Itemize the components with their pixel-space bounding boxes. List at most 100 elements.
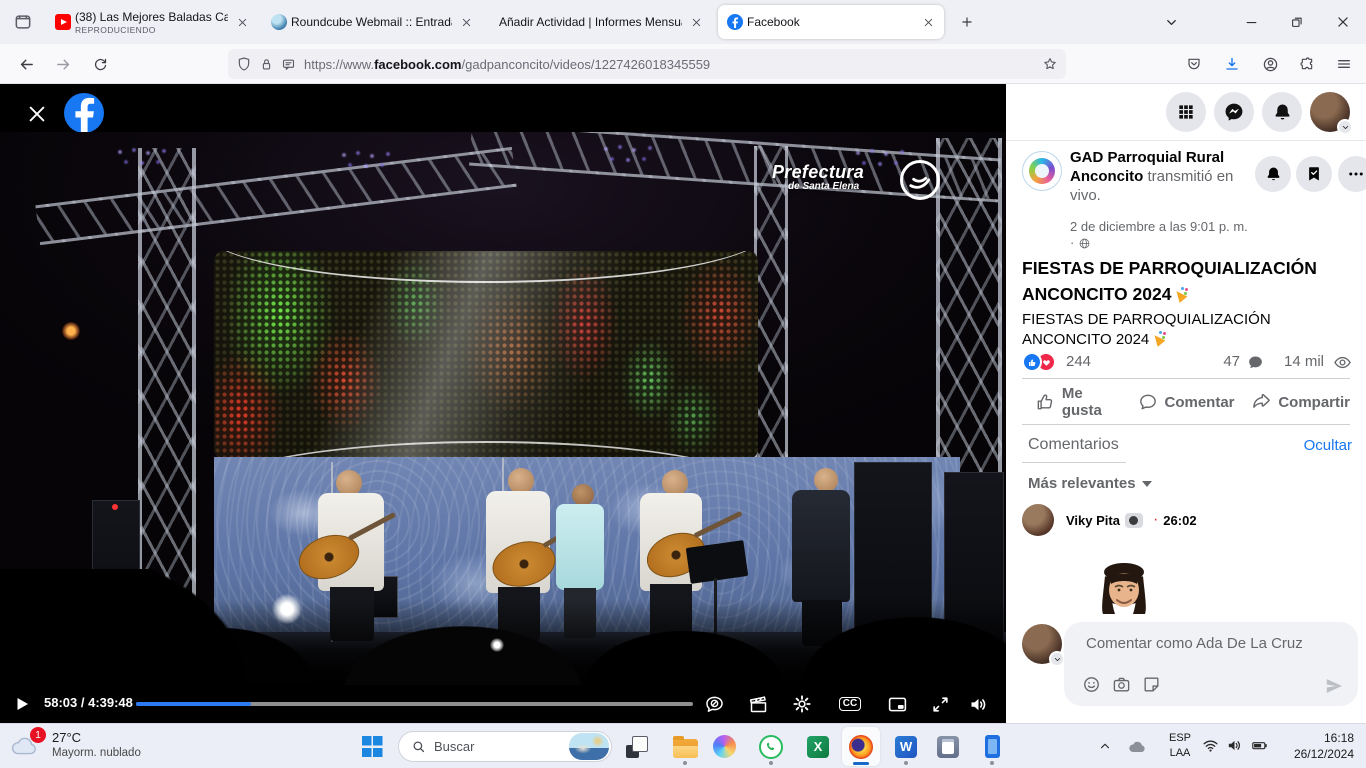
facebook-header <box>1006 84 1366 141</box>
comment-avatar-sticker[interactable] <box>1095 562 1153 614</box>
volume-tray-icon[interactable] <box>1226 737 1243 754</box>
excel-button[interactable]: X <box>799 727 837 766</box>
firefox-button[interactable] <box>842 727 880 766</box>
fullscreen-button[interactable] <box>928 692 952 716</box>
battery-tray-icon[interactable] <box>1250 737 1269 754</box>
downloads-button[interactable] <box>1218 50 1246 78</box>
tab-close-button[interactable] <box>456 12 476 32</box>
copilot-button[interactable] <box>705 727 743 766</box>
clock-widget[interactable]: 16:18 26/12/2024 <box>1294 730 1354 762</box>
calculator-button[interactable] <box>929 727 967 766</box>
reload-button[interactable] <box>86 50 114 78</box>
comment-input[interactable]: Comentar como Ada De La Cruz <box>1064 622 1358 706</box>
sticker-icon[interactable] <box>1142 675 1161 694</box>
window-minimize-button[interactable] <box>1228 0 1274 44</box>
window-restore-button[interactable] <box>1274 0 1320 44</box>
post-header-text: GAD Parroquial Rural Anconcito transmiti… <box>1070 148 1264 205</box>
windows-logo-icon <box>362 736 383 757</box>
send-button[interactable] <box>1324 676 1344 696</box>
progress-bar[interactable] <box>136 702 693 706</box>
shield-icon[interactable] <box>236 56 252 72</box>
tab-list-button[interactable] <box>1148 0 1194 44</box>
like-reaction-icon[interactable] <box>1022 352 1042 372</box>
comment-button[interactable]: Comentar <box>1129 381 1244 423</box>
wifi-tray-icon[interactable] <box>1202 737 1219 754</box>
address-bar[interactable]: https://www.facebook.com/gadpanconcito/v… <box>228 49 1066 79</box>
tab-youtube[interactable]: (38) Las Mejores Baladas Cancio REPRODUC… <box>46 5 258 39</box>
post-saved-button[interactable] <box>1296 156 1332 192</box>
permissions-icon[interactable] <box>281 57 296 72</box>
play-button[interactable] <box>10 692 34 716</box>
start-button[interactable] <box>353 727 391 766</box>
tray-date: 26/12/2024 <box>1294 746 1354 762</box>
tab-close-button[interactable] <box>918 12 938 32</box>
account-button[interactable] <box>1256 50 1284 78</box>
clip-button[interactable] <box>746 692 770 716</box>
tab-informes[interactable]: Añadir Actividad | Informes Mensua <box>486 5 712 39</box>
avatar-chevron-badge <box>1049 651 1065 667</box>
back-button[interactable] <box>12 50 40 78</box>
video-frame[interactable]: Prefectura de Santa Elena <box>0 132 1006 685</box>
like-button[interactable]: Me gusta <box>1014 381 1129 423</box>
word-button[interactable]: W <box>887 727 925 766</box>
post-timestamp[interactable]: 2 de diciembre a las 9:01 p. m. · <box>1070 219 1248 251</box>
picture-in-picture-button[interactable] <box>885 692 909 716</box>
comments-header[interactable]: Comentarios <box>1028 436 1119 454</box>
window-close-button[interactable] <box>1320 0 1366 44</box>
comments-toggle-button[interactable] <box>702 692 726 716</box>
running-indicator <box>683 761 687 765</box>
reactions-count[interactable]: 244 <box>1066 353 1091 370</box>
emoji-icon[interactable] <box>1082 675 1101 694</box>
running-indicator <box>904 761 908 765</box>
apps-grid-button[interactable] <box>1166 92 1206 132</box>
hide-comments-link[interactable]: Ocultar <box>1304 437 1352 454</box>
notifications-button[interactable] <box>1262 92 1302 132</box>
captions-button[interactable]: CC <box>838 692 862 716</box>
commenter-name[interactable]: Viky Pita <box>1066 513 1120 528</box>
tab-close-button[interactable] <box>232 12 252 32</box>
pocket-button[interactable] <box>1180 50 1208 78</box>
whatsapp-button[interactable] <box>752 727 790 766</box>
forward-button[interactable] <box>49 50 77 78</box>
menu-button[interactable] <box>1330 50 1358 78</box>
settings-button[interactable] <box>790 692 814 716</box>
tab-facebook-active[interactable]: Facebook <box>718 5 944 39</box>
phone-link-button[interactable] <box>973 727 1011 766</box>
weather-temperature[interactable]: 27°C <box>52 730 81 745</box>
language-line2: LAA <box>1163 746 1197 761</box>
post-title-text: FIESTAS DE PARROQUIALIZACIÓN ANCONCITO 2… <box>1022 258 1317 304</box>
composer-avatar[interactable] <box>1022 624 1062 664</box>
volume-button[interactable] <box>966 692 990 716</box>
comments-sort-dropdown[interactable]: Más relevantes <box>1028 475 1152 492</box>
comment-timestamp[interactable]: 26:02 <box>1163 513 1196 528</box>
extensions-button[interactable] <box>1293 50 1321 78</box>
page-avatar[interactable] <box>1022 151 1062 191</box>
tab-close-button[interactable] <box>686 12 706 32</box>
weather-condition[interactable]: Mayorm. nublado <box>52 747 141 759</box>
prefectura-bird-logo <box>900 160 940 200</box>
language-indicator[interactable]: ESP LAA <box>1163 731 1197 761</box>
taskbar-search[interactable]: Buscar <box>398 731 612 762</box>
account-avatar[interactable] <box>1310 92 1350 132</box>
tray-time: 16:18 <box>1294 730 1354 746</box>
task-view-button[interactable] <box>618 727 656 766</box>
commenter-avatar[interactable] <box>1022 504 1054 536</box>
facebook-logo[interactable] <box>64 93 104 133</box>
new-tab-button[interactable] <box>954 9 980 35</box>
onedrive-tray-icon[interactable] <box>1126 737 1148 757</box>
hidden-icons-button[interactable] <box>1098 739 1112 753</box>
post-more-button[interactable] <box>1338 156 1366 192</box>
post-notifications-button[interactable] <box>1255 156 1291 192</box>
share-button[interactable]: Compartir <box>1243 381 1358 423</box>
comments-count[interactable]: 47 <box>1223 353 1240 370</box>
messenger-button[interactable] <box>1214 92 1254 132</box>
views-count[interactable]: 14 mil <box>1284 353 1324 370</box>
camera-icon[interactable] <box>1112 675 1131 694</box>
bookmark-star-icon[interactable] <box>1042 56 1058 72</box>
search-highlight-image[interactable] <box>569 733 609 760</box>
firefox-view-button[interactable] <box>10 9 36 35</box>
tab-roundcube[interactable]: Roundcube Webmail :: Entrada <box>262 5 482 39</box>
lock-icon[interactable] <box>259 57 274 72</box>
file-explorer-button[interactable] <box>666 727 704 766</box>
close-video-button[interactable] <box>26 103 48 125</box>
